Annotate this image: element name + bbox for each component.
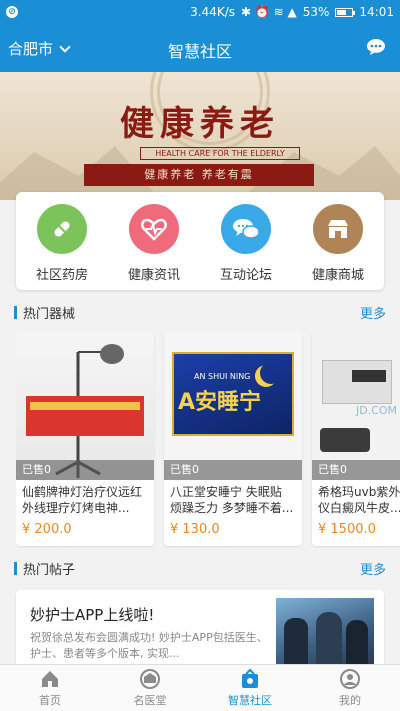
product-image (16, 332, 154, 480)
product-card[interactable]: JD.COM 已售0 希格玛uvb紫外线治疗仪白癜风牛皮... ¥ 1500.0 (312, 332, 400, 546)
chat-bubbles-icon (221, 204, 271, 254)
heart-pulse-icon (129, 204, 179, 254)
feature-forum[interactable]: 互动论坛 (200, 192, 292, 290)
product-image: A安睡宁 AN SHUI NING (164, 332, 302, 480)
tab-label: 智慧社区 (228, 694, 272, 707)
community-icon (242, 668, 258, 688)
post-title: 妙护士APP上线啦! (30, 606, 155, 624)
moon-icon (260, 362, 282, 384)
feature-label: 健康资讯 (127, 268, 180, 283)
bottom-tab-bar: 首页 名医堂 智慧社区 我的 (0, 664, 400, 711)
hot-devices-header: 热门器械 更多 (14, 302, 386, 322)
more-posts-link[interactable]: 更多 (360, 559, 386, 578)
section-accent (14, 305, 17, 319)
store-icon (313, 204, 363, 254)
health-banner[interactable]: 健康养老 HEALTH CARE FOR THE ELDERLY 健康养老 养老… (0, 72, 400, 200)
battery-icon (335, 7, 356, 17)
tab-home[interactable]: 首页 (0, 665, 100, 711)
home-icon (42, 671, 58, 687)
product-price: ¥ 1500.0 (318, 522, 376, 537)
clock: 14:01 (359, 5, 394, 19)
product-price: ¥ 130.0 (170, 522, 220, 537)
product-brand-sub: AN SHUI NING (194, 372, 251, 381)
product-image: JD.COM (312, 332, 400, 480)
banner-subtitle: HEALTH CARE FOR THE ELDERLY (140, 147, 300, 160)
tab-label: 我的 (339, 694, 361, 707)
tab-label: 首页 (39, 694, 61, 707)
section-title: 热门器械 (23, 306, 76, 322)
product-carousel[interactable]: 已售0 仙鹤牌神灯治疗仪远红外线理疗灯烤电神... ¥ 200.0 A安睡宁 A… (16, 332, 400, 548)
doctor-hall-icon (140, 669, 160, 689)
sold-count: 已售0 (16, 460, 154, 480)
status-bar: ⊘ 3.44K/s ✱ ⏰ ≋ ▲ 53% 14:01 (0, 0, 400, 24)
banner-slogan: 健康养老 养老有震 (84, 164, 314, 186)
pill-icon (37, 204, 87, 254)
status-icons: ✱ ⏰ ≋ ▲ (241, 5, 297, 19)
tab-doctor-hall[interactable]: 名医堂 (100, 665, 200, 711)
feature-pharmacy[interactable]: 社区药房 (16, 192, 108, 290)
more-devices-link[interactable]: 更多 (360, 303, 386, 322)
feature-health-news[interactable]: 健康资讯 (108, 192, 200, 290)
status-right: 3.44K/s ✱ ⏰ ≋ ▲ 53% 14:01 (190, 5, 394, 19)
post-description: 祝贺徐总发布会圆满成功! 妙护士APP包括医生、护士、患者等多个版本, 实现..… (30, 631, 268, 660)
product-card[interactable]: 已售0 仙鹤牌神灯治疗仪远红外线理疗灯烤电神... ¥ 200.0 (16, 332, 154, 546)
hot-posts-header: 热门帖子 更多 (14, 558, 386, 578)
product-name: 八正堂安睡宁 失眠贴 烦躁乏力 多梦睡不着... (170, 485, 294, 515)
message-icon[interactable] (366, 38, 386, 56)
product-name: 希格玛uvb紫外线治疗仪白癜风牛皮... (318, 485, 400, 515)
product-name: 仙鹤牌神灯治疗仪远红外线理疗灯烤电神... (22, 485, 143, 515)
page-title: 智慧社区 (167, 42, 232, 61)
section-title: 热门帖子 (23, 562, 76, 578)
banner-title: 健康养老 (120, 104, 280, 144)
section-accent (14, 561, 17, 575)
feature-label: 社区药房 (35, 268, 88, 283)
top-navbar: 合肥市 智慧社区 (0, 24, 400, 72)
profile-icon (340, 669, 360, 689)
battery-percent: 53% (302, 5, 330, 19)
network-speed: 3.44K/s (190, 5, 235, 19)
tab-community[interactable]: 智慧社区 (200, 665, 300, 711)
app-notification-icon: ⊘ (6, 6, 18, 18)
feature-label: 互动论坛 (219, 268, 272, 283)
feature-store[interactable]: 健康商城 (292, 192, 384, 290)
tab-profile[interactable]: 我的 (300, 665, 400, 711)
post-card[interactable]: 妙护士APP上线啦! 祝贺徐总发布会圆满成功! 妙护士APP包括医生、护士、患者… (16, 590, 384, 670)
feature-grid: 社区药房 健康资讯 互动论坛 健康商城 (16, 192, 384, 290)
product-card[interactable]: A安睡宁 AN SHUI NING 已售0 八正堂安睡宁 失眠贴 烦躁乏力 多梦… (164, 332, 302, 546)
post-thumbnail (276, 598, 374, 664)
product-brand-text: JD.COM (356, 404, 398, 417)
sold-count: 已售0 (164, 460, 302, 480)
feature-label: 健康商城 (311, 268, 364, 283)
tab-label: 名医堂 (133, 694, 167, 707)
product-price: ¥ 200.0 (22, 522, 72, 537)
product-brand-text: A安睡宁 (178, 390, 262, 415)
sold-count: 已售0 (312, 460, 400, 480)
